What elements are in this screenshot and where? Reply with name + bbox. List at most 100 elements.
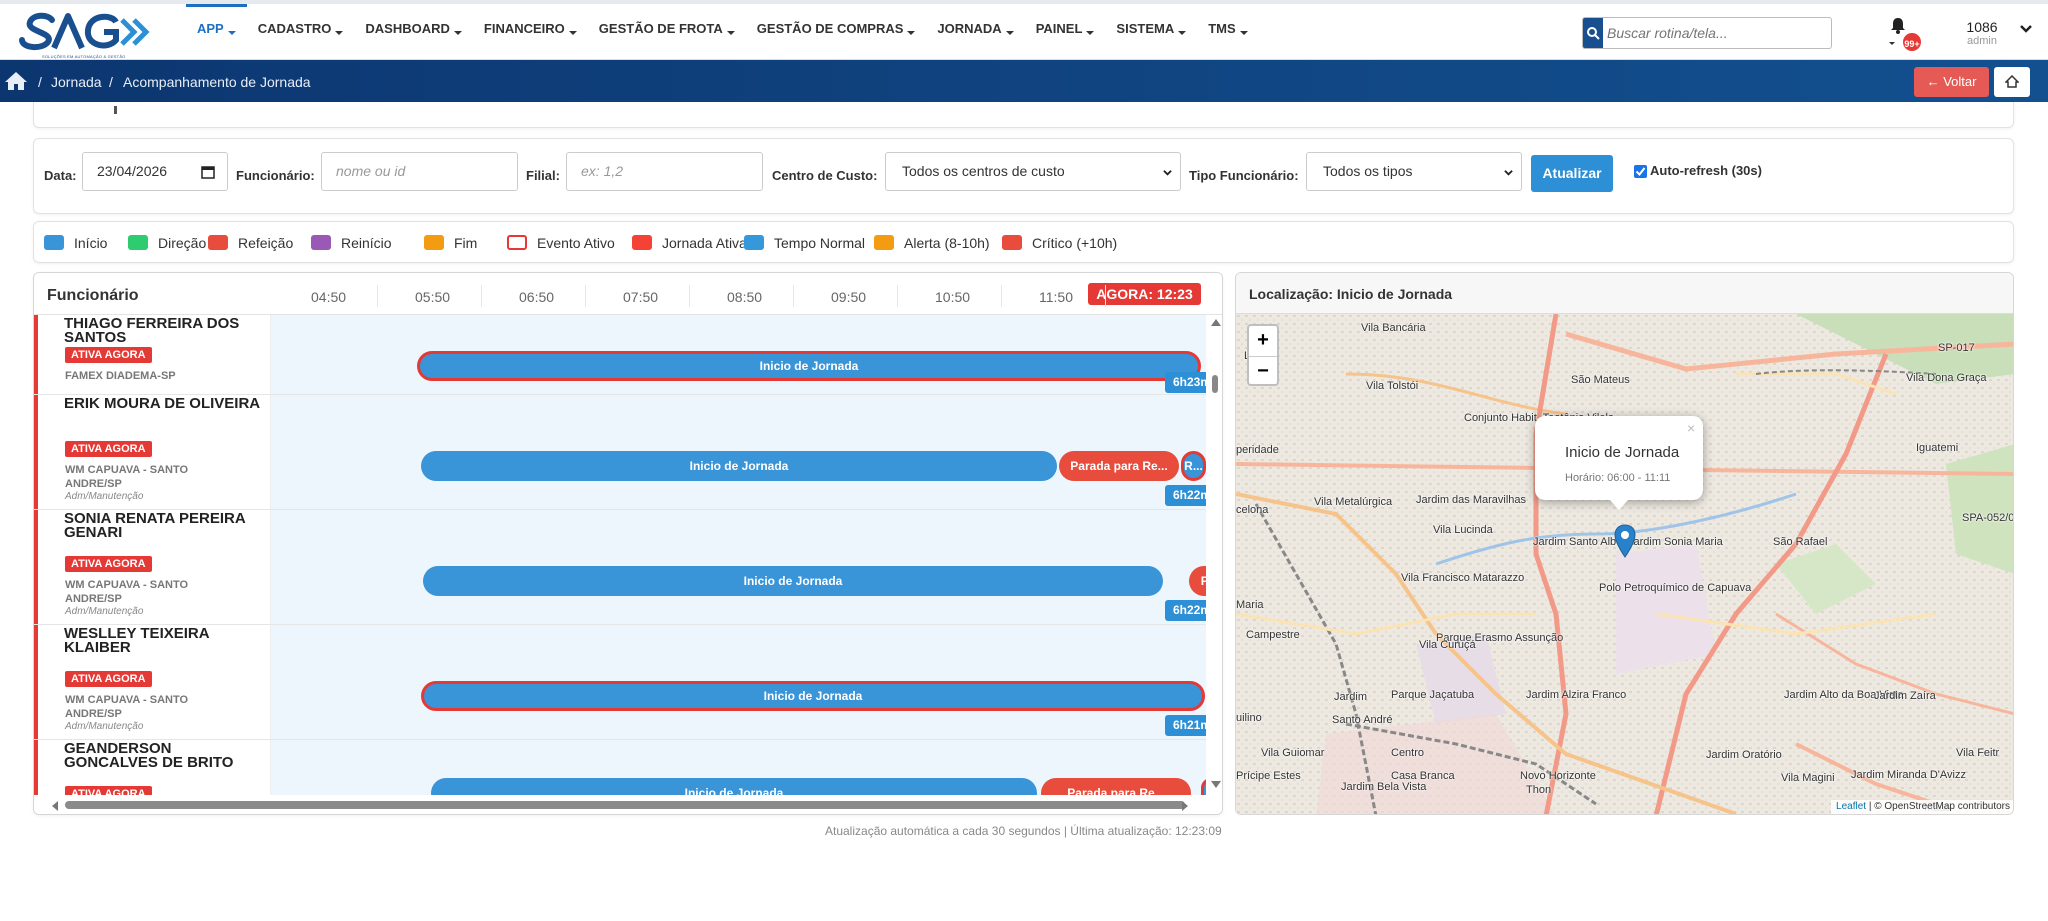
menu-item-dashboard[interactable]: DASHBOARD: [354, 4, 473, 60]
menu-item-label: GESTÃO DE COMPRAS: [756, 21, 904, 36]
scroll-right-arrow[interactable]: [1182, 801, 1188, 811]
vertical-scrollbar[interactable]: [1206, 315, 1222, 795]
map[interactable]: Vila BancáriaLucasVila TolstóiSão Mateus…: [1236, 314, 2013, 814]
centro-custo-select[interactable]: Todos os centros de custo: [885, 152, 1181, 191]
timeline-rows[interactable]: THIAGO FERREIRA DOS SANTOS ATIVA AGORA FAM…: [34, 315, 1206, 795]
tipo-funcionario-select[interactable]: Todos os tipos: [1306, 152, 1522, 191]
chevron-down-icon: [1163, 170, 1172, 176]
map-label: Parque Jaçatuba: [1391, 689, 1475, 701]
funcionario-input[interactable]: nome ou id: [321, 152, 518, 191]
scroll-down-arrow[interactable]: [1211, 781, 1221, 788]
table-row[interactable]: WESLLEY TEIXEIRA KLAIBER ATIVA AGORA WM CA…: [34, 625, 1206, 740]
user-menu[interactable]: 1086 admin: [1952, 19, 2012, 47]
map-label: Jardim Oratório: [1706, 749, 1782, 761]
event-bar[interactable]: Inicio de Jornada: [421, 451, 1057, 481]
event-bar[interactable]: R...: [1181, 451, 1206, 481]
back-button[interactable]: ← Voltar: [1914, 67, 1989, 97]
map-tiles: [1236, 314, 2013, 814]
employee-cell: THIAGO FERREIRA DOS SANTOS ATIVA AGORA FAM…: [34, 315, 271, 394]
scroll-left-arrow[interactable]: [52, 801, 58, 811]
legend-swatch: [507, 235, 527, 250]
table-row[interactable]: SONIA RENATA PEREIRA GENARI ATIVA AGORA WM…: [34, 510, 1206, 625]
menu-item-gestao-de-compras[interactable]: GESTÃO DE COMPRAS: [746, 4, 927, 60]
event-bar[interactable]: Inicio de Jornada: [423, 566, 1163, 596]
atualizar-button[interactable]: Atualizar: [1531, 155, 1613, 192]
time-tick: 11:50: [1039, 289, 1073, 305]
menu-item-label: JORNADA: [937, 21, 1002, 36]
table-row[interactable]: GEANDERSON GONCALVES DE BRITO ATIVA AGORA…: [34, 740, 1206, 795]
menu-item-cadastro[interactable]: CADASTRO: [247, 4, 355, 60]
status-badge: ATIVA AGORA: [65, 786, 152, 795]
event-bar[interactable]: Parada para Re...: [1059, 451, 1179, 481]
employee-name: ERIK MOURA DE OLIVEIRA: [64, 395, 261, 412]
map-header: Localização: Inicio de Jornada: [1236, 273, 2013, 314]
timeline-track: Inicio de Jornada Parada para Re...: [271, 740, 1206, 795]
leaflet-link[interactable]: Leaflet: [1836, 801, 1866, 812]
osm-attribution: | © OpenStreetMap contributors: [1868, 801, 2010, 812]
map-label: Jardim Miranda D'Avizz: [1851, 769, 1966, 781]
map-label: Maria: [1236, 599, 1264, 611]
event-bar[interactable]: Parada para Re...: [1041, 778, 1191, 795]
legend-label: Jornada Ativa: [662, 234, 747, 251]
zoom-out-button[interactable]: −: [1249, 356, 1277, 385]
breadcrumb-separator: /: [38, 74, 42, 90]
date-label: Data:: [44, 168, 77, 183]
search-icon[interactable]: [1583, 18, 1603, 48]
menu-item-gestao-de-frota[interactable]: GESTÃO DE FROTA: [588, 4, 746, 60]
map-label: Jardim Sonia Maria: [1628, 536, 1723, 548]
search-input[interactable]: [1607, 18, 1827, 48]
menu-item-painel[interactable]: PAINEL: [1025, 4, 1106, 60]
scrollbar-thumb[interactable]: [1212, 375, 1218, 393]
menu-item-sistema[interactable]: SISTEMA: [1105, 4, 1197, 60]
map-label: Jardim Zaíra: [1874, 690, 1936, 702]
employee-cell: GEANDERSON GONCALVES DE BRITO ATIVA AGORA: [34, 740, 271, 795]
horizontal-scrollbar[interactable]: [34, 795, 1222, 814]
search-box[interactable]: [1582, 17, 1832, 49]
chevron-down-icon: [1005, 31, 1014, 35]
centro-custo-value: Todos os centros de custo: [902, 163, 1065, 179]
map-attribution: Leaflet | © OpenStreetMap contributors: [1831, 800, 2013, 814]
map-title: Localização: Inicio de Jornada: [1249, 286, 1453, 302]
date-input[interactable]: 23/04/2026: [82, 152, 228, 191]
scrollbar-thumb[interactable]: [65, 801, 1185, 809]
map-marker-icon[interactable]: [1614, 524, 1636, 558]
time-tick: 06:50: [519, 289, 555, 305]
sag-logo[interactable]: SOLUÇÕES EM AUTOMAÇÃO & GESTÃO: [18, 10, 163, 60]
map-label: Polo Petroquímico de Capuava: [1599, 582, 1752, 594]
event-bar[interactable]: Inicio de Jornada: [417, 351, 1201, 381]
table-row[interactable]: THIAGO FERREIRA DOS SANTOS ATIVA AGORA FAM…: [34, 315, 1206, 395]
autorefresh-checkbox[interactable]: [1634, 165, 1647, 178]
event-bar[interactable]: Inicio de Jornada: [431, 778, 1037, 795]
home-button[interactable]: [1994, 67, 2030, 97]
breadcrumb-item-jornada[interactable]: Jornada: [51, 74, 102, 90]
filial-label: Filial:: [526, 168, 560, 183]
menu-item-app[interactable]: APP: [186, 4, 247, 60]
chevron-down-icon[interactable]: [2020, 24, 2032, 34]
chevron-down-icon: [568, 31, 577, 35]
tipo-funcionario-value: Todos os tipos: [1323, 163, 1413, 179]
autorefresh-label[interactable]: Auto-refresh (30s): [1650, 163, 1762, 178]
zoom-in-button[interactable]: +: [1249, 326, 1277, 355]
breadcrumb-item-current: Acompanhamento de Jornada: [123, 74, 311, 90]
timeline-header-label: Funcionário: [47, 287, 139, 304]
calendar-icon[interactable]: [201, 165, 215, 179]
event-bar[interactable]: P...: [1189, 566, 1206, 596]
menu-item-jornada[interactable]: JORNADA: [926, 4, 1024, 60]
status-badge: ATIVA AGORA: [65, 347, 152, 363]
menu-item-label: GESTÃO DE FROTA: [598, 21, 723, 36]
menu-item-label: APP: [197, 21, 224, 36]
map-label: Vila Feitr: [1956, 747, 2000, 759]
close-icon[interactable]: ×: [1687, 420, 1695, 436]
home-icon[interactable]: [4, 71, 28, 91]
menu-item-financeiro[interactable]: FINANCEIRO: [473, 4, 588, 60]
menu-item-tms[interactable]: TMS: [1197, 4, 1258, 60]
scroll-up-arrow[interactable]: [1211, 319, 1221, 326]
table-row[interactable]: ERIK MOURA DE OLIVEIRA ATIVA AGORA WM CAPU…: [34, 395, 1206, 510]
event-bar[interactable]: Inicio de Jornada: [421, 681, 1205, 711]
tick-divider: [585, 285, 586, 307]
chevron-down-icon: [1504, 170, 1513, 176]
menu-item-label: PAINEL: [1035, 21, 1083, 36]
filial-input[interactable]: ex: 1,2: [566, 152, 763, 191]
employee-filial: FAMEX DIADEMA-SP: [65, 370, 176, 382]
map-label: Vila Curuçá: [1419, 639, 1476, 651]
